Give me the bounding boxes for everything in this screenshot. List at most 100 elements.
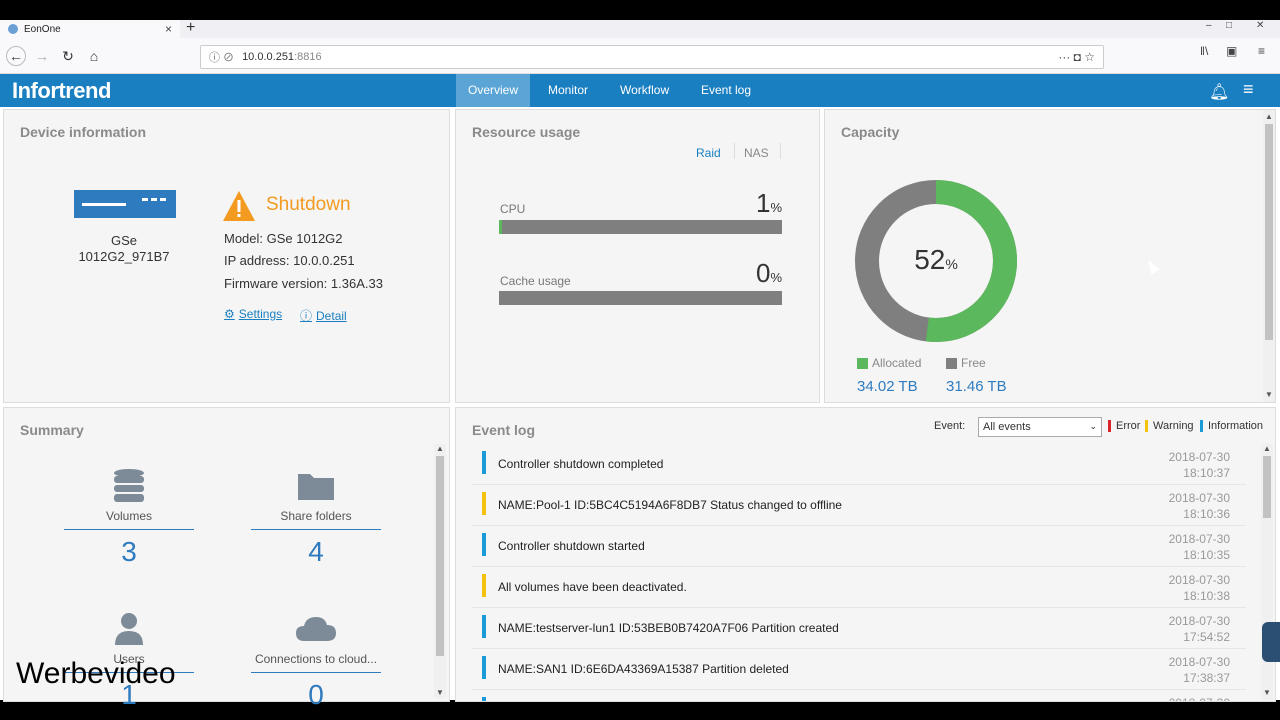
maximize-window-icon[interactable]: □ (1226, 20, 1232, 31)
capacity-scrollbar[interactable]: ▲ ▼ (1263, 110, 1275, 402)
forward-icon[interactable]: → (32, 46, 52, 66)
folder-icon (298, 474, 334, 500)
event-timestamp: 2018-07-30 18:10:35 (1169, 531, 1230, 563)
scroll-thumb[interactable] (436, 456, 444, 656)
event-row[interactable]: NAME:Pool-1 ID:5BC4C5194A6F8DB7 69% of t… (472, 690, 1246, 701)
url-bar[interactable]: ⓘ ⊘ 10.0.0.251:8816 ··· ◘ ☆ (200, 45, 1104, 69)
event-timestamp: 2018-07-30 17:54:52 (1169, 613, 1230, 645)
cache-label: Cache usage (500, 274, 571, 288)
tab-separator (734, 143, 735, 159)
panel-title: Device information (20, 124, 147, 140)
close-tab-icon[interactable]: × (165, 22, 172, 36)
event-date: 2018-07-30 (1168, 491, 1230, 505)
new-tab-icon[interactable]: + (186, 19, 195, 37)
scroll-down-icon[interactable]: ▼ (436, 688, 444, 697)
tab-overview[interactable]: Overview (456, 74, 530, 107)
chevron-down-icon: ⌄ (1089, 421, 1097, 431)
summary-cloud-connections[interactable]: Connections to cloud... 0 (251, 611, 381, 711)
cache-usage-bar (499, 291, 782, 305)
gear-icon: ⚙ (224, 307, 235, 321)
device-name-line1: GSe (110, 233, 137, 248)
cache-value: 0% (755, 258, 782, 288)
event-level-indicator (482, 615, 486, 638)
device-model: Model: GSe 1012G2 (224, 231, 343, 246)
infortrend-logo: Infortrend (12, 78, 111, 103)
hamburger-menu-icon[interactable]: ≡ (1243, 79, 1254, 100)
event-timestamp: 2018-07-30 18:10:36 (1169, 490, 1230, 522)
summary-count: 3 (121, 536, 137, 567)
browser-menu-icon[interactable]: ≡ (1258, 44, 1265, 58)
scroll-up-icon[interactable]: ▲ (436, 444, 444, 453)
event-time: 18:10:38 (1183, 589, 1230, 603)
site-info-icon[interactable]: ⓘ ⊘ (209, 49, 234, 65)
summary-label: Share folders (280, 509, 352, 523)
sidebar-icon[interactable]: ▣ (1226, 44, 1237, 58)
event-row[interactable]: NAME:SAN1 ID:6E6DA43369A15387 Partition … (472, 649, 1246, 690)
legend-allocated: Allocated (857, 356, 921, 370)
browser-navbar: ← → ↻ ⌂ ⓘ ⊘ 10.0.0.251:8816 ··· ◘ ☆ ‖\ ▣… (0, 38, 1280, 74)
tab-monitor[interactable]: Monitor (538, 74, 598, 107)
site-favicon-icon (8, 24, 18, 34)
event-date: 2018-07-30 (1168, 450, 1230, 464)
device-name: GSe 1012G2_971B7 (64, 233, 184, 265)
tab-workflow[interactable]: Workflow (610, 74, 679, 107)
event-level-indicator (482, 574, 486, 597)
summary-scrollbar[interactable]: ▲ ▼ (434, 444, 446, 698)
free-swatch-icon (946, 357, 957, 369)
resource-usage-panel: Resource usage Raid NAS CPU 1% Cache usa… (455, 109, 820, 403)
event-date: 2018-07-30 (1168, 573, 1230, 587)
back-icon[interactable]: ← (6, 46, 26, 66)
detail-link[interactable]: ⓘ Detail (300, 307, 347, 324)
url-text: 10.0.0.251:8816 (242, 51, 322, 63)
allocated-value: 34.02 TB (857, 378, 918, 395)
info-icon: ⓘ (300, 309, 313, 323)
event-filter-select[interactable]: All events ⌄ (978, 417, 1102, 437)
close-window-icon[interactable]: ✕ (1256, 20, 1264, 31)
help-widget-icon[interactable] (1262, 622, 1280, 662)
home-icon[interactable]: ⌂ (84, 46, 104, 66)
free-value: 31.46 TB (946, 378, 1007, 395)
event-filter-value: All events (983, 421, 1031, 433)
library-icon[interactable]: ‖\ (1200, 44, 1208, 58)
event-row[interactable]: All volumes have been deactivated. 2018-0… (472, 567, 1246, 608)
event-row[interactable]: Controller shutdown started 2018-07-30 18:… (472, 526, 1246, 567)
app-header: Infortrend Overview Monitor Workflow Eve… (0, 74, 1280, 107)
event-row[interactable]: Controller shutdown completed 2018-07-30 1… (472, 444, 1246, 485)
summary-volumes[interactable]: Volumes 3 (64, 468, 194, 568)
database-icon (114, 469, 144, 502)
minimize-window-icon[interactable]: – (1206, 20, 1212, 31)
allocated-swatch-icon (857, 357, 868, 369)
browser-tab-title: EonOne (24, 23, 61, 35)
cloud-icon (296, 617, 336, 641)
device-ip: IP address: 10.0.0.251 (224, 253, 355, 268)
summary-count: 0 (308, 679, 324, 710)
allocated-label: Allocated (872, 356, 922, 370)
event-level-indicator (482, 492, 486, 515)
cpu-value: 1% (755, 188, 782, 218)
cpu-label: CPU (500, 202, 526, 216)
summary-count: 4 (308, 536, 324, 567)
settings-link[interactable]: ⚙ Settings (224, 307, 282, 321)
tab-nas[interactable]: NAS (744, 146, 769, 160)
tab-raid[interactable]: Raid (696, 146, 721, 160)
dashboard: Device information GSe 1012G2_971B7 Shut… (0, 107, 1280, 710)
legend-error: Error (1108, 420, 1140, 432)
scroll-thumb[interactable] (1263, 456, 1271, 518)
scroll-down-icon[interactable]: ▼ (1263, 688, 1271, 697)
page-actions-icon[interactable]: ··· ◘ ☆ (1058, 50, 1095, 64)
scroll-thumb[interactable] (1265, 124, 1273, 340)
reload-icon[interactable]: ↻ (58, 46, 78, 66)
event-row[interactable]: NAME:testserver-lun1 ID:53BEB0B7420A7F06… (472, 608, 1246, 649)
scroll-down-icon[interactable]: ▼ (1265, 390, 1273, 399)
scroll-up-icon[interactable]: ▲ (1265, 112, 1273, 121)
device-info-panel: Device information GSe 1012G2_971B7 Shut… (3, 109, 450, 403)
capacity-panel: Capacity 52% Allocated Free 34.02 TB 31.… (824, 109, 1276, 403)
notification-bell-icon[interactable]: 🔔︎ (1209, 82, 1229, 102)
event-row[interactable]: NAME:Pool-1 ID:5BC4C5194A6F8DB7 Status c… (472, 485, 1246, 526)
tab-event-log[interactable]: Event log (691, 74, 761, 107)
warning-icon (223, 191, 255, 221)
summary-share-folders[interactable]: Share folders 4 (251, 468, 381, 568)
browser-tab[interactable]: EonOne × (0, 20, 180, 38)
cpu-usage-fill (499, 220, 502, 234)
scroll-up-icon[interactable]: ▲ (1263, 444, 1271, 453)
